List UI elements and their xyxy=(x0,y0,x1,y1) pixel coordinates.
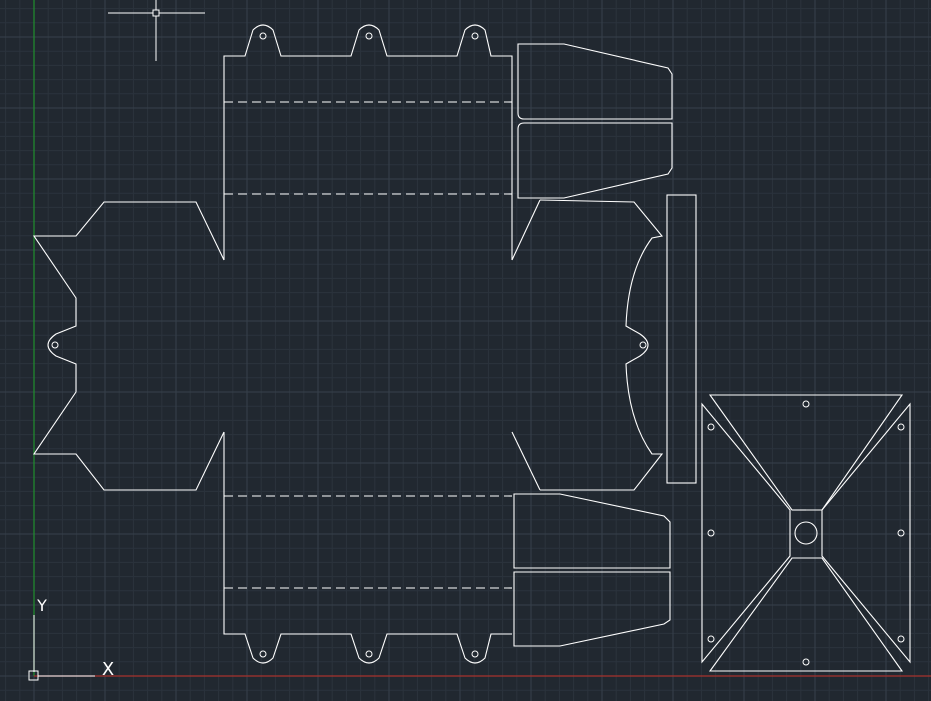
base-bottom-triangle[interactable] xyxy=(708,557,904,672)
hole-bottom-2 xyxy=(365,650,373,658)
base-hole-left-1 xyxy=(707,423,715,431)
base-hole-left-3 xyxy=(707,635,715,643)
base-hole-right-2 xyxy=(897,529,905,537)
flap-top-lower[interactable] xyxy=(517,122,673,199)
top-tab-strip[interactable] xyxy=(223,24,513,260)
pickbox-icon xyxy=(152,9,160,17)
ucs-icon: Y X xyxy=(28,596,114,681)
base-hole-right-1 xyxy=(897,423,905,431)
grid-major-lines xyxy=(0,0,931,701)
hole-left xyxy=(51,341,59,349)
hole-top-3 xyxy=(471,32,479,40)
box-net-main[interactable] xyxy=(32,24,664,664)
base-center-hole[interactable] xyxy=(794,521,818,545)
side-strip[interactable] xyxy=(666,194,697,484)
hole-bottom-3 xyxy=(471,650,479,658)
drawing-viewport[interactable]: Y X xyxy=(0,0,931,701)
right-side-panel[interactable] xyxy=(539,199,664,491)
base-top-triangle[interactable] xyxy=(708,394,904,511)
top-right-notch[interactable] xyxy=(511,199,541,261)
grid-minor-lines xyxy=(0,0,931,701)
bottom-tab-strip[interactable] xyxy=(223,432,512,664)
hole-top-2 xyxy=(365,32,373,40)
ucs-y-label: Y xyxy=(36,596,47,615)
bottom-right-notch[interactable] xyxy=(511,431,541,491)
base-right-triangle[interactable] xyxy=(821,402,911,664)
ucs-x-label: X xyxy=(102,659,114,680)
flap-bottom-lower[interactable] xyxy=(513,571,671,647)
base-hole-right-3 xyxy=(897,635,905,643)
base-panel[interactable] xyxy=(701,394,911,672)
base-hole-left-2 xyxy=(707,529,715,537)
